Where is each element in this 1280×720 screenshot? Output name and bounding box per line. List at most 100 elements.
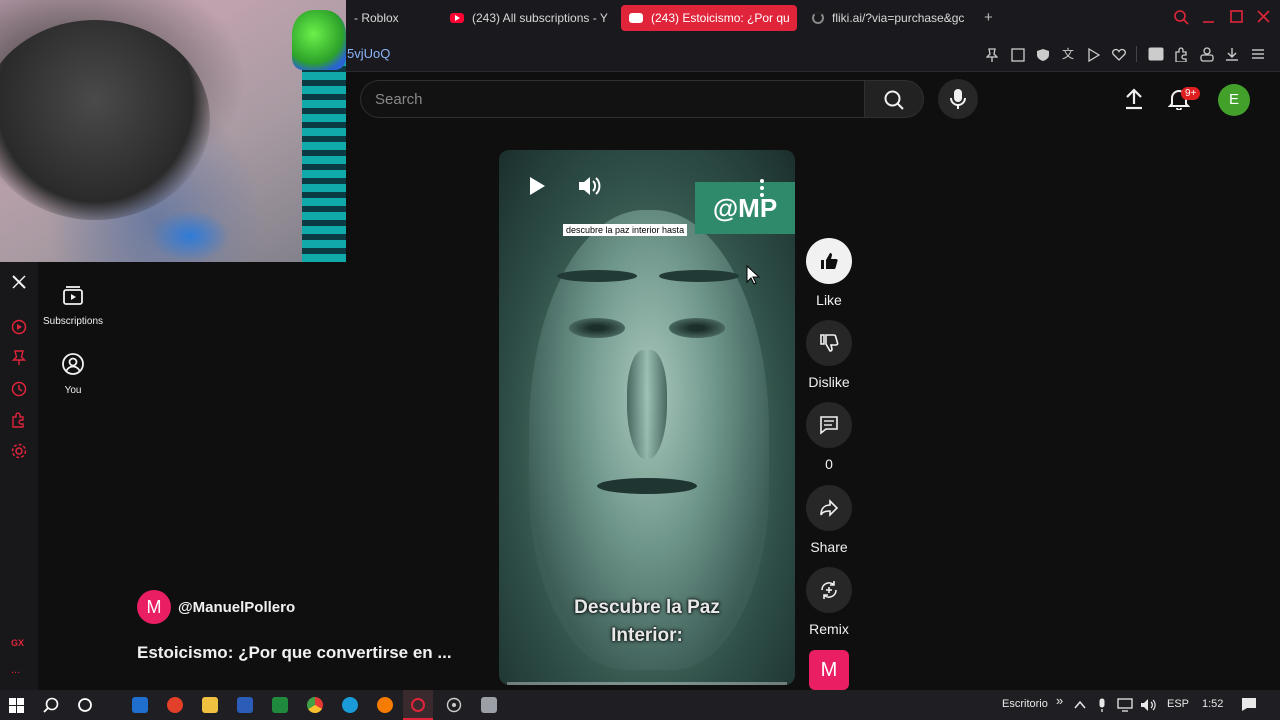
webcam-person bbox=[0, 20, 210, 220]
webcam-toy bbox=[292, 10, 346, 70]
statue-mouth bbox=[597, 478, 697, 494]
close-icon[interactable] bbox=[1257, 10, 1270, 23]
maximize-icon[interactable] bbox=[1230, 10, 1243, 23]
opera-gx-taskbar-active[interactable] bbox=[403, 690, 433, 720]
play-icon[interactable] bbox=[528, 176, 546, 196]
microphone-icon bbox=[950, 89, 966, 109]
cortana-icon[interactable] bbox=[77, 697, 93, 713]
webcam-highlight bbox=[150, 210, 230, 262]
send-icon[interactable] bbox=[1088, 48, 1100, 62]
outlook-icon[interactable] bbox=[132, 697, 148, 713]
speaker-icon[interactable] bbox=[1140, 698, 1156, 712]
nav-subscriptions[interactable]: Subscriptions bbox=[38, 283, 108, 327]
loading-spinner-icon bbox=[812, 12, 824, 24]
menu-icon[interactable] bbox=[1251, 48, 1265, 60]
shield-icon[interactable] bbox=[1036, 48, 1050, 62]
file-explorer-icon[interactable] bbox=[202, 697, 218, 713]
nav-label: Subscriptions bbox=[42, 316, 104, 327]
comments-button[interactable]: 0 bbox=[806, 402, 852, 472]
tab-fliki[interactable]: fliki.ai/?via=purchase&gc bbox=[804, 5, 976, 31]
search-button[interactable] bbox=[864, 80, 924, 118]
network-icon[interactable] bbox=[1117, 698, 1133, 712]
edge-icon[interactable] bbox=[342, 697, 358, 713]
tab-roblox[interactable]: - Roblox bbox=[346, 5, 436, 31]
shorts-video-player[interactable]: @MP descubre la paz interior hasta Descu… bbox=[499, 150, 795, 685]
remix-icon bbox=[821, 581, 837, 599]
word-icon[interactable] bbox=[237, 697, 253, 713]
history-icon[interactable] bbox=[11, 381, 27, 397]
gx-label[interactable]: GX bbox=[11, 638, 24, 648]
youtube-icon bbox=[450, 13, 464, 23]
mouse-cursor-icon bbox=[746, 265, 760, 285]
search-input[interactable]: Search bbox=[360, 80, 864, 118]
excel-icon[interactable] bbox=[272, 697, 288, 713]
url-text[interactable]: 5vjUoQ bbox=[347, 46, 390, 61]
extensions-icon[interactable] bbox=[1174, 47, 1189, 62]
more-options[interactable]: ... bbox=[11, 664, 20, 676]
x-twitter-icon[interactable] bbox=[11, 274, 27, 290]
windows-taskbar: Escritorio » ESP 1:52 bbox=[0, 690, 1280, 720]
voice-search-button[interactable] bbox=[938, 79, 978, 119]
volume-icon[interactable] bbox=[578, 175, 602, 197]
microphone-icon[interactable] bbox=[1097, 698, 1107, 713]
desktop-label[interactable]: Escritorio bbox=[1002, 698, 1048, 710]
subtitle-line: Descubre la Paz bbox=[574, 597, 720, 618]
chevron-up-icon[interactable] bbox=[1074, 700, 1086, 709]
dev-tools-icon[interactable] bbox=[1148, 47, 1164, 61]
upload-icon[interactable] bbox=[1124, 88, 1144, 110]
firefox-icon[interactable] bbox=[377, 697, 393, 713]
remix-label: Remix bbox=[809, 621, 849, 637]
pin-icon[interactable] bbox=[11, 350, 27, 366]
new-tab-button[interactable]: + bbox=[984, 9, 993, 26]
share-icon bbox=[820, 499, 839, 517]
app-icon[interactable] bbox=[167, 697, 183, 713]
app-icon[interactable] bbox=[481, 697, 497, 713]
channel-avatar[interactable]: M bbox=[137, 590, 171, 624]
app-icon[interactable] bbox=[446, 697, 462, 713]
settings-icon[interactable] bbox=[11, 443, 27, 459]
wallet-icon[interactable] bbox=[1200, 47, 1214, 62]
like-button[interactable]: Like bbox=[806, 238, 852, 308]
statue-brow bbox=[659, 270, 739, 282]
video-progress-bar[interactable] bbox=[507, 682, 787, 685]
search-icon[interactable] bbox=[43, 697, 59, 713]
channel-handle[interactable]: @ManuelPollero bbox=[178, 599, 295, 616]
account-icon bbox=[62, 353, 84, 375]
tab-estoicismo-active[interactable]: (243) Estoicismo: ¿Por qu bbox=[621, 5, 797, 31]
comments-count: 0 bbox=[825, 456, 833, 472]
dislike-label: Dislike bbox=[808, 374, 850, 390]
share-button[interactable]: Share bbox=[806, 485, 852, 555]
dislike-button[interactable]: Dislike bbox=[806, 320, 852, 390]
video-caption: descubre la paz interior hasta bbox=[563, 224, 688, 236]
video-title[interactable]: Estoicismo: ¿Por que convertirse en ... bbox=[137, 643, 452, 663]
webcam-overlay bbox=[0, 0, 346, 262]
notification-badge: 9+ bbox=[1181, 87, 1201, 100]
pin-icon[interactable] bbox=[986, 48, 998, 62]
more-vert-icon[interactable] bbox=[759, 178, 765, 198]
clock[interactable]: 1:52 bbox=[1202, 698, 1223, 710]
translate-icon[interactable]: 文 bbox=[1061, 47, 1075, 61]
language-indicator[interactable]: ESP bbox=[1167, 698, 1189, 710]
download-icon[interactable] bbox=[1225, 47, 1239, 61]
tab-all-subscriptions[interactable]: (243) All subscriptions - Y bbox=[442, 5, 612, 31]
player-icon[interactable] bbox=[11, 319, 27, 335]
share-label: Share bbox=[810, 539, 848, 555]
remix-button[interactable]: Remix bbox=[806, 567, 852, 637]
notifications-icon[interactable] bbox=[1241, 697, 1257, 712]
share-circle bbox=[806, 485, 852, 531]
user-avatar[interactable]: E bbox=[1218, 84, 1250, 116]
chrome-icon[interactable] bbox=[307, 697, 323, 713]
extensions-icon[interactable] bbox=[11, 412, 27, 428]
video-subtitle: Descubre la Paz Interior: bbox=[499, 594, 795, 650]
nav-you[interactable]: You bbox=[38, 352, 108, 396]
like-circle bbox=[806, 238, 852, 284]
comments-circle bbox=[806, 402, 852, 448]
tab-label: (243) Estoicismo: ¿Por qu bbox=[651, 11, 790, 25]
windows-start-icon[interactable] bbox=[9, 698, 24, 713]
toolbar-overflow[interactable]: » bbox=[1056, 693, 1063, 708]
heart-icon[interactable] bbox=[1112, 48, 1126, 61]
snapshot-icon[interactable] bbox=[1011, 48, 1025, 62]
search-tabs-icon[interactable] bbox=[1174, 10, 1189, 25]
minimize-icon[interactable] bbox=[1202, 11, 1215, 24]
channel-thumbnail[interactable]: M bbox=[809, 650, 849, 690]
